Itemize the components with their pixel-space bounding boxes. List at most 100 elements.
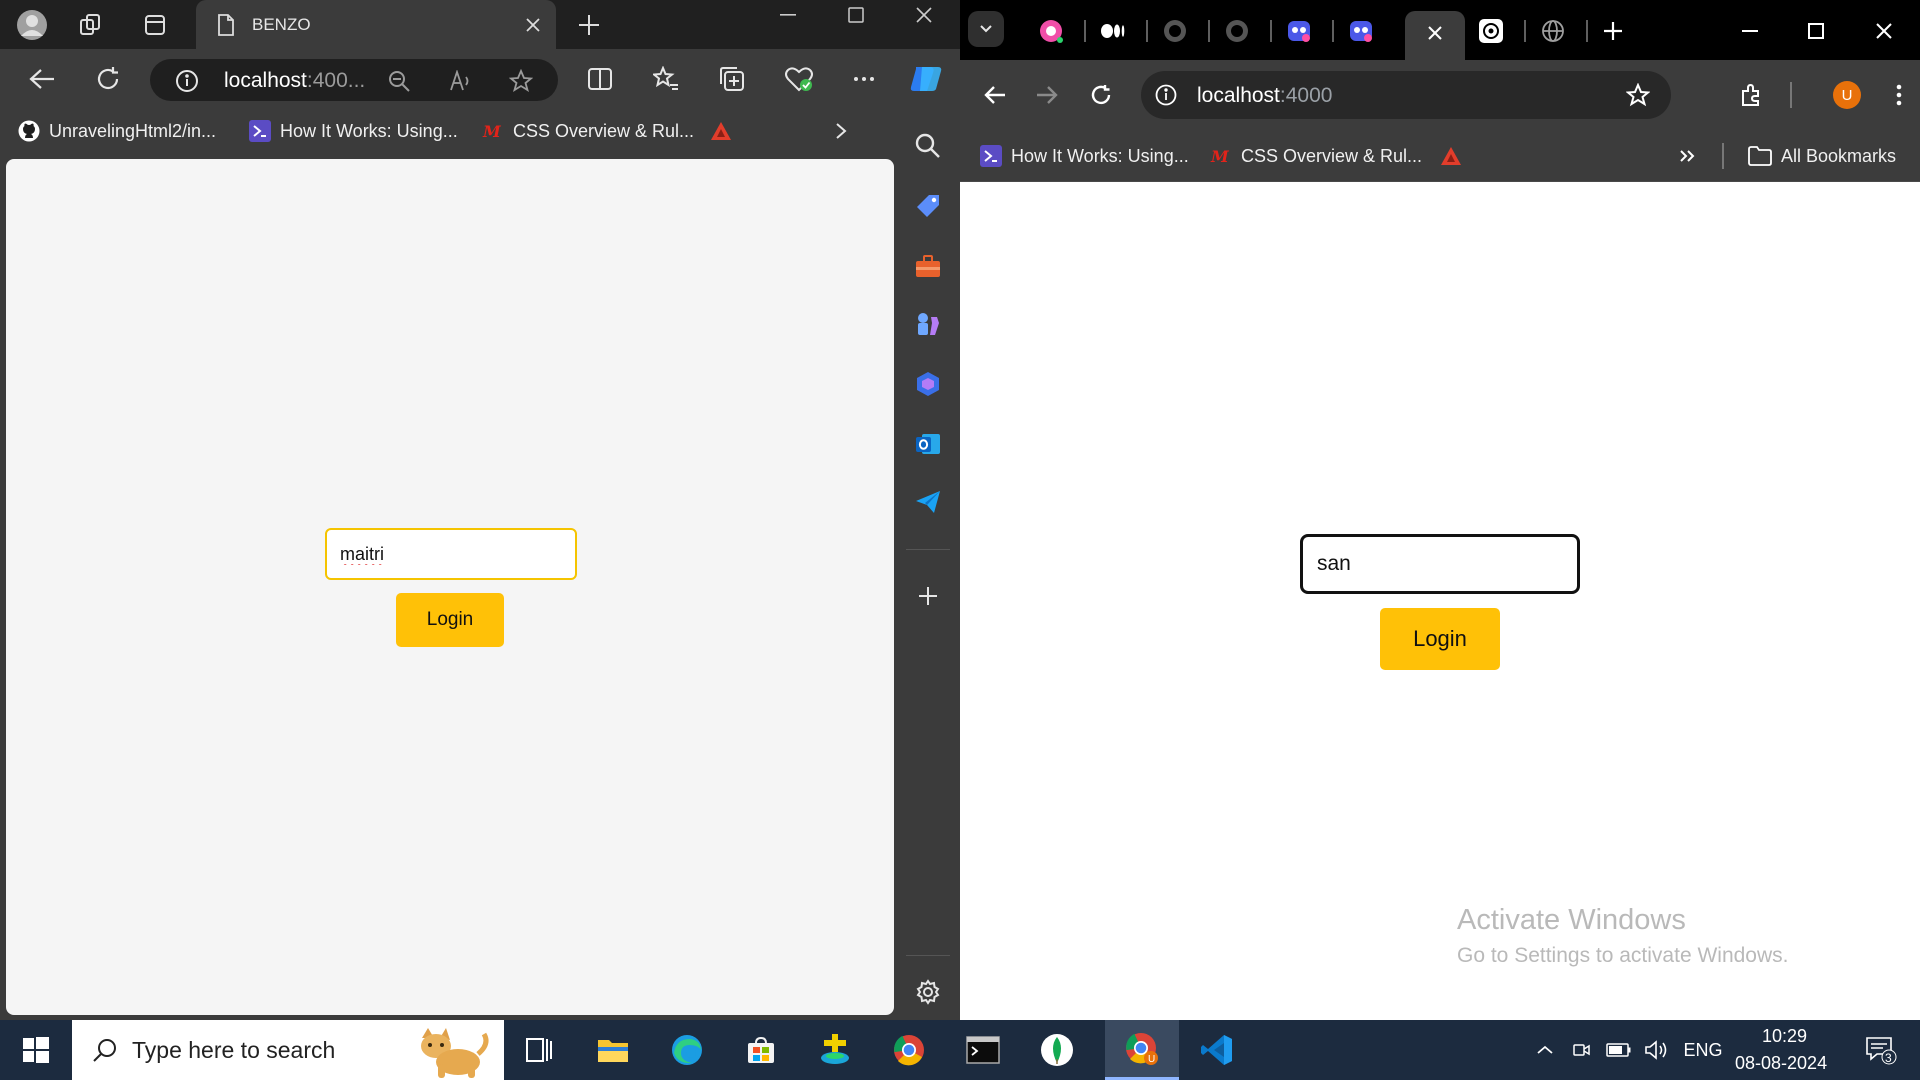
notifications-icon[interactable]: 3 [1856,1020,1906,1080]
browser-essentials-icon[interactable] [782,63,816,95]
tools-icon[interactable] [910,248,946,284]
read-aloud-icon[interactable] [448,68,474,94]
chrome-username-input[interactable] [1300,534,1580,594]
battery-icon[interactable] [1602,1020,1636,1080]
tab-favicon-copilot-icon[interactable] [1286,18,1312,44]
zoom-out-icon[interactable] [386,68,412,94]
chrome-page-content: Login Activate Windows Go to Settings to… [960,182,1920,1020]
vscode-icon[interactable] [1180,1020,1254,1080]
terminal-icon[interactable] [946,1020,1020,1080]
edge-login-button[interactable]: Login [396,593,504,647]
bookmark-item[interactable]: M CSS Overview & Rul... [1210,137,1422,175]
show-hidden-icons-chevron-icon[interactable] [1530,1020,1560,1080]
chrome-profile-icon[interactable]: U [1105,1020,1179,1080]
bookmark-star-icon[interactable] [1625,82,1651,108]
profile-avatar-icon[interactable] [14,7,50,43]
all-bookmarks-button[interactable]: All Bookmarks [1748,137,1896,175]
edge-icon[interactable] [650,1020,724,1080]
copilot-icon[interactable] [910,366,946,402]
send-icon[interactable] [910,484,946,520]
taskbar-clock-time[interactable]: 10:29 [1762,1026,1807,1047]
meet-now-icon[interactable] [1566,1020,1596,1080]
chrome-toolbar: localhost:4000 U [960,60,1920,130]
tab-separator [1084,20,1086,42]
search-highlight-cat-icon [408,1024,492,1078]
close-tab-icon[interactable] [522,14,544,36]
site-info-icon[interactable] [1153,82,1179,108]
close-window-icon[interactable] [1870,18,1898,44]
chrome-bookmarks-bar: How It Works: Using... M CSS Overview & … [960,130,1920,182]
favorite-item[interactable]: M CSS Overview & Rul... [482,112,694,150]
taskbar-search-box[interactable]: Type here to search [72,1020,504,1080]
bookmarks-overflow-chevron-icon[interactable] [1674,143,1700,169]
minimize-icon[interactable] [1736,18,1764,44]
site-info-icon[interactable] [174,68,200,94]
favorites-icon[interactable] [650,63,682,95]
favorite-item[interactable]: UnravelingHtml2/in... [18,112,216,150]
split-screen-icon[interactable] [584,63,616,95]
close-tab-icon[interactable] [1424,22,1446,44]
tab-benzo[interactable]: BENZO [196,0,556,49]
taskbar-clock-date[interactable]: 08-08-2024 [1735,1053,1827,1074]
tab-favicon-copilot-icon[interactable] [1348,18,1374,44]
bookmark-item[interactable] [1440,137,1462,175]
new-tab-icon[interactable] [576,12,602,38]
chrome-login-button[interactable]: Login [1380,608,1500,670]
file-explorer-icon[interactable] [576,1020,650,1080]
settings-icon[interactable] [910,974,946,1010]
back-icon[interactable] [26,63,58,95]
workspaces-icon[interactable] [76,10,106,40]
powershell-icon [980,145,1002,167]
tab-favicon-github-icon[interactable] [1162,18,1188,44]
chrome-icon[interactable] [872,1020,946,1080]
maximize-icon[interactable] [842,4,870,26]
tab-favicon-github-icon[interactable] [1224,18,1250,44]
edge-address-bar[interactable]: localhost:400... [150,59,558,101]
copilot-icon[interactable] [906,61,946,97]
tab-favicon-medium-icon[interactable] [1100,18,1126,44]
profile-avatar[interactable]: U [1833,81,1861,109]
task-view-icon[interactable] [502,1020,576,1080]
language-indicator[interactable]: ENG [1680,1020,1726,1080]
start-button[interactable] [0,1020,72,1080]
favorites-more-chevron-icon[interactable] [828,118,854,144]
more-options-icon[interactable] [1886,80,1912,110]
edge-username-input[interactable] [325,528,577,580]
extensions-icon[interactable] [1736,80,1766,110]
favorite-item[interactable] [710,112,732,150]
refresh-icon[interactable] [1086,80,1116,110]
github-icon [18,120,40,142]
toolbar-separator [1790,82,1792,108]
tab-favicon-openai-icon[interactable] [1478,18,1504,44]
favorite-star-icon[interactable] [508,68,534,94]
collections-icon[interactable] [716,63,748,95]
maximize-icon[interactable] [1802,18,1830,44]
tab-search-chevron-icon[interactable] [968,11,1004,47]
windows-taskbar: Type here to search U ENG 3 [0,1020,1920,1080]
new-tab-icon[interactable] [1600,18,1626,44]
folder-icon [1748,146,1772,166]
tab-actions-icon[interactable] [140,10,170,40]
active-tab[interactable] [1405,11,1465,60]
mongodb-compass-icon[interactable] [1020,1020,1094,1080]
refresh-icon[interactable] [92,63,124,95]
more-options-icon[interactable] [848,63,880,95]
mdn-icon: M [1210,147,1232,165]
chrome-address-bar[interactable]: localhost:4000 [1141,71,1671,119]
close-window-icon[interactable] [910,4,938,26]
games-icon[interactable] [910,306,946,342]
microsoft-store-icon[interactable] [724,1020,798,1080]
bookmark-item[interactable]: How It Works: Using... [980,137,1189,175]
forward-icon[interactable] [1032,80,1062,110]
tab-favicon-globe-icon[interactable] [1540,18,1566,44]
minimize-icon[interactable] [774,4,802,26]
back-icon[interactable] [980,80,1010,110]
add-icon[interactable] [910,578,946,614]
shopping-tag-icon[interactable] [910,188,946,224]
outlook-icon[interactable] [910,426,946,462]
app-icon[interactable] [798,1020,872,1080]
tab-favicon-aperture-icon[interactable] [1038,18,1064,44]
favorite-item[interactable]: How It Works: Using... [249,112,458,150]
search-icon[interactable] [910,128,946,164]
volume-icon[interactable] [1640,1020,1674,1080]
